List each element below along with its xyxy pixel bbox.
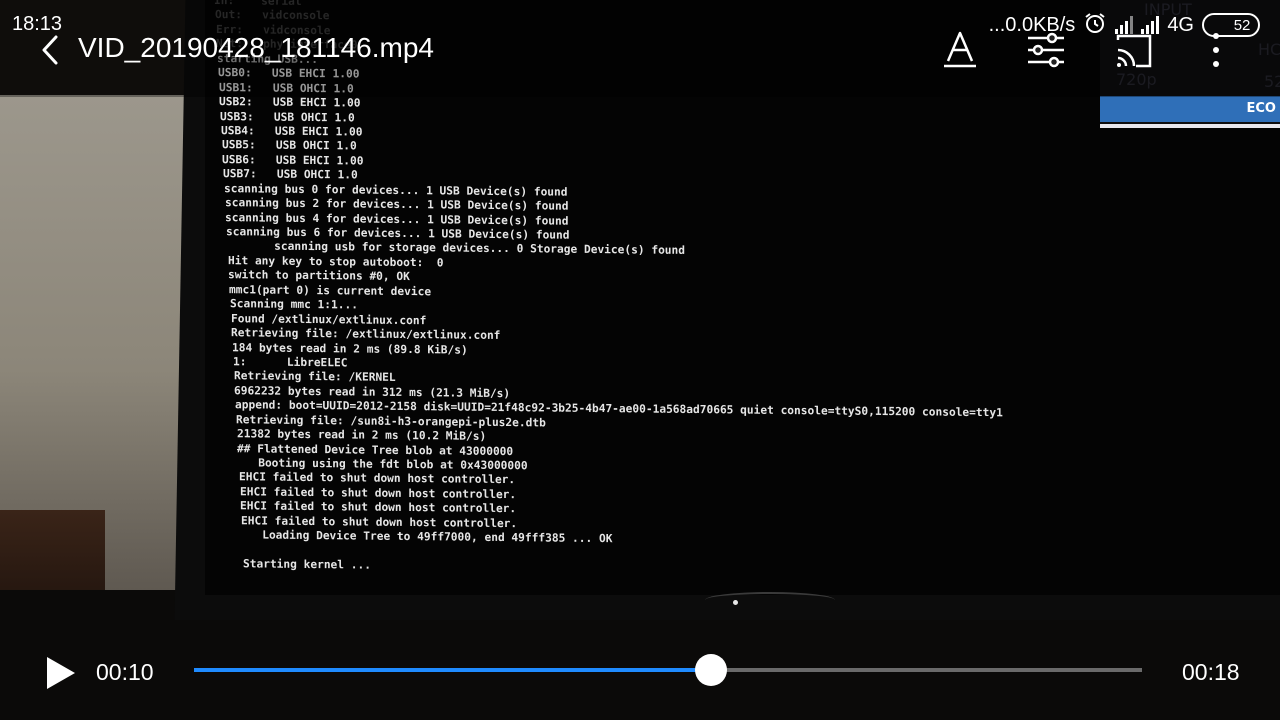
equalizer-icon [1028,32,1064,68]
video-player-screen: INPUT 720p HC 52 ECO In: serial Out: vidc… [0,0,1280,720]
more-options-button[interactable] [1194,28,1238,72]
video-title: VID_20190428_181146.mp4 [78,32,435,63]
subtitle-button[interactable] [938,28,982,72]
network-type: 4G [1167,13,1194,36]
seek-bar-progress [194,668,711,672]
back-button[interactable] [36,30,66,70]
seek-bar[interactable] [194,654,1142,686]
osd-text-eco: ECO [1246,101,1276,116]
more-vert-icon [1213,33,1219,67]
seek-thumb[interactable] [694,654,727,686]
video-frame[interactable]: INPUT 720p HC 52 ECO In: serial Out: vidc… [0,0,1280,720]
cabinet [0,510,105,600]
equalizer-button[interactable] [1024,28,1068,72]
cast-icon [1116,34,1152,68]
play-button[interactable] [44,654,78,692]
total-time: 00:18 [1182,659,1240,685]
current-time: 00:10 [96,659,154,685]
subtitle-icon [944,31,976,68]
play-icon [47,657,75,689]
cast-button[interactable] [1112,28,1156,72]
monitor-power-led [705,592,835,608]
back-icon [42,35,58,65]
alarm-icon [1083,11,1107,39]
